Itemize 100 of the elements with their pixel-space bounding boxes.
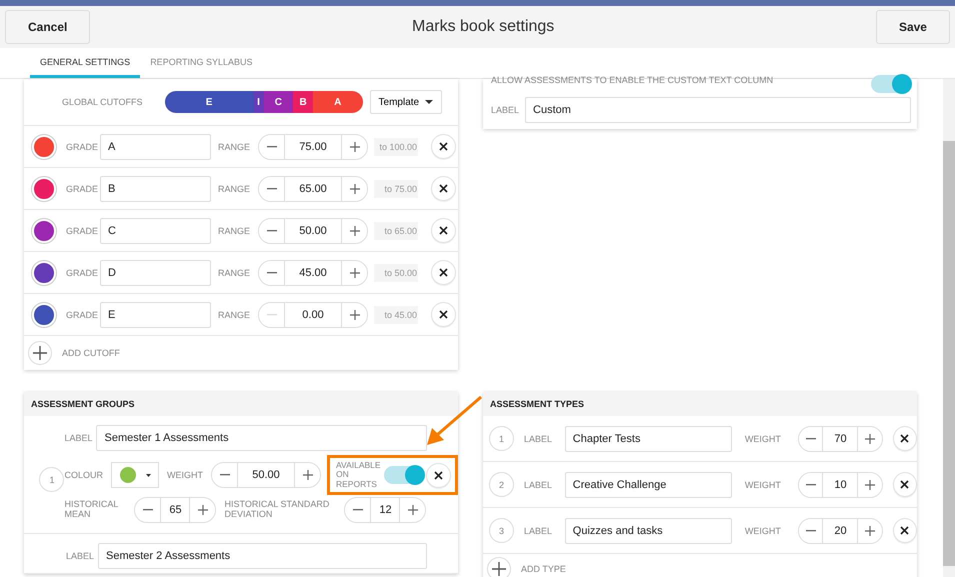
label-input[interactable]: Creative Challenge	[564, 472, 732, 498]
tab[interactable]: REPORTING SYLLABUS	[140, 48, 263, 78]
weight-caption: WEIGHT	[167, 470, 203, 480]
remove-button[interactable]	[892, 426, 917, 451]
available-on-reports-label: AVAILABLE ON REPORTS	[336, 461, 382, 490]
remove-button[interactable]	[431, 134, 456, 159]
grade-colour-swatch[interactable]	[32, 302, 56, 326]
plus-icon	[865, 480, 876, 490]
plus-icon	[492, 562, 506, 576]
label-input[interactable]: Custom	[525, 97, 911, 123]
label-caption: LABEL	[524, 434, 554, 444]
close-icon	[439, 184, 448, 193]
range-upper-text: to 50.00	[374, 264, 418, 282]
range-stepper[interactable]: 65.00	[258, 176, 368, 202]
cancel-button[interactable]: Cancel	[5, 10, 90, 44]
plus-icon	[865, 526, 876, 536]
weight-value-field[interactable]: 20	[822, 518, 858, 542]
global-cutoffs-label: GLOBAL CUTOFFS	[62, 97, 143, 107]
grade-colour-swatch[interactable]	[32, 176, 56, 200]
range-stepper[interactable]: 50.00	[258, 218, 368, 244]
deviation-value-field[interactable]: 12	[370, 498, 400, 522]
add-button[interactable]	[487, 557, 511, 577]
scrollbar[interactable]	[943, 79, 955, 577]
colour-caption: COLOUR	[64, 470, 103, 480]
range-caption: RANGE	[218, 184, 252, 194]
group-number: 1	[39, 467, 64, 492]
caret-icon	[425, 100, 434, 104]
toggle-switch[interactable]	[871, 75, 911, 93]
weight-value-field[interactable]: 70	[822, 426, 858, 450]
grade-caption: GRADE	[66, 142, 100, 152]
close-icon	[439, 268, 448, 277]
range-value-field[interactable]: 50.00	[284, 218, 342, 242]
range-upper-text: to 45.00	[374, 306, 418, 324]
range-caption: RANGE	[218, 310, 252, 320]
grade-caption: GRADE	[66, 184, 100, 194]
range-stepper[interactable]: 45.00	[258, 260, 368, 286]
plus-icon	[350, 310, 360, 320]
label-caption: LABEL	[491, 105, 520, 115]
grade-colour-swatch[interactable]	[32, 260, 56, 284]
cutoff-segment: I	[254, 91, 264, 113]
label-caption: LABEL	[524, 526, 554, 536]
plus-icon	[350, 142, 360, 152]
weight-value-field[interactable]: 10	[822, 472, 858, 496]
weight-stepper[interactable]: 70	[798, 426, 883, 452]
remove-button[interactable]	[426, 462, 451, 488]
grade-colour-swatch[interactable]	[32, 134, 56, 158]
weight-caption: WEIGHT	[744, 434, 782, 444]
grade-input[interactable]: B	[100, 176, 211, 202]
add-cutoff-label: ADD CUTOFF	[62, 348, 120, 358]
toggle-switch[interactable]	[384, 466, 424, 484]
remove-button[interactable]	[431, 302, 456, 327]
grade-input[interactable]: D	[100, 260, 211, 286]
range-upper-text: to 65.00	[374, 222, 418, 240]
grade-input[interactable]: E	[100, 302, 211, 328]
close-icon	[900, 434, 910, 443]
deviation-stepper[interactable]: 12	[344, 497, 426, 524]
label-input[interactable]: Quizzes and tasks	[564, 518, 732, 544]
mean-value-field[interactable]: 65	[160, 498, 190, 522]
range-value-field[interactable]: 65.00	[284, 176, 342, 200]
range-upper-text: to 75.00	[374, 180, 418, 198]
range-value-field[interactable]: 75.00	[284, 134, 342, 158]
range-stepper[interactable]: 0.00	[258, 302, 368, 328]
template-dropdown[interactable]: Template	[370, 90, 442, 114]
remove-button[interactable]	[431, 260, 456, 285]
label-input[interactable]: Semester 1 Assessments	[96, 425, 427, 451]
grade-caption: GRADE	[66, 310, 100, 320]
annotation-arrow	[425, 395, 483, 447]
cutoff-segment: E	[164, 91, 254, 113]
remove-button[interactable]	[431, 218, 456, 243]
close-icon	[434, 470, 443, 480]
minus-icon	[806, 530, 816, 532]
range-stepper[interactable]: 75.00	[258, 134, 368, 160]
remove-button[interactable]	[892, 472, 917, 497]
card-header: ASSESSMENT GROUPS	[24, 392, 458, 416]
type-number: 2	[489, 472, 514, 497]
mean-stepper[interactable]: 65	[134, 497, 216, 524]
remove-button[interactable]	[892, 518, 917, 543]
minus-icon	[352, 509, 363, 512]
type-number: 1	[489, 426, 514, 451]
grade-input[interactable]: C	[100, 218, 211, 244]
weight-stepper[interactable]: 20	[798, 518, 883, 544]
range-value-field[interactable]: 0.00	[284, 302, 342, 326]
minus-icon	[266, 146, 276, 148]
plus-icon	[33, 346, 47, 360]
cutoff-segment: A	[313, 91, 362, 113]
range-upper-text: to 100.00	[374, 138, 418, 156]
weight-value-field[interactable]: 50.00	[237, 463, 295, 488]
minus-icon	[806, 484, 816, 486]
add-button[interactable]	[28, 341, 52, 365]
weight-stepper[interactable]: 10	[798, 472, 883, 498]
plus-icon	[350, 226, 360, 236]
remove-button[interactable]	[431, 176, 456, 201]
weight-stepper[interactable]: 50.00	[211, 462, 321, 488]
grade-colour-swatch[interactable]	[32, 218, 56, 242]
grade-input[interactable]: A	[100, 134, 211, 160]
range-value-field[interactable]: 45.00	[284, 260, 342, 284]
close-icon	[439, 310, 448, 319]
label-input[interactable]: Chapter Tests	[564, 426, 732, 452]
label-input[interactable]: Semester 2 Assessments	[98, 543, 427, 570]
save-button[interactable]: Save	[876, 10, 950, 44]
